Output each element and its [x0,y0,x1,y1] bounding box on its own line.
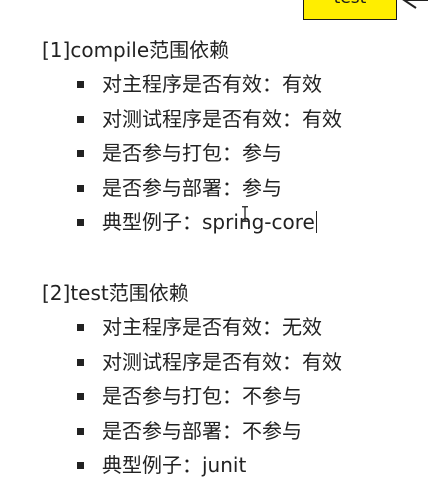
list-item-text: 是否参与部署：不参与 [102,418,302,443]
i-beam-icon [242,206,248,222]
list-item-text: 典型例子：junit [102,453,247,477]
list-item-text: 对测试程序是否有效：有效 [102,106,342,131]
list-item-text: 是否参与打包：参与 [102,141,282,165]
test-scope-section: [2]test范围依赖 对主程序是否有效：无效 对测试程序是否有效：有效 是否参… [42,276,342,483]
text-caret [315,211,318,233]
list-item: 对主程序是否有效：无效 [42,310,342,345]
compile-scope-section: [1]compile范围依赖 对主程序是否有效：有效 对测试程序是否有效：有效 … [42,33,342,240]
list-item: 典型例子：junit [42,448,342,483]
list-item: 是否参与打包：参与 [42,136,342,171]
list-item: 是否参与部署：不参与 [42,414,342,449]
bullet-icon [77,219,84,226]
bullet-icon [77,462,84,469]
bullet-icon [77,393,84,400]
list-item: 是否参与部署：参与 [42,171,342,206]
list-item: 是否参与打包：不参与 [42,379,342,414]
list-item-text: 对测试程序是否有效：有效 [102,349,342,374]
bullet-icon [77,81,84,88]
test-tag-box: test [303,0,397,20]
bullet-icon [77,427,84,435]
bullet-icon [77,150,84,157]
bullet-icon [77,115,84,123]
arrow-left-icon [402,0,428,9]
list-item: 对主程序是否有效：有效 [42,67,342,102]
test-tag-label: test [334,0,367,8]
list-item: 对测试程序是否有效：有效 [42,102,342,137]
list-item-text: 对主程序是否有效：无效 [102,315,322,339]
bullet-icon [77,184,84,192]
list-item-text[interactable]: 典型例子：spring-core [102,210,315,234]
compile-scope-list: 对主程序是否有效：有效 对测试程序是否有效：有效 是否参与打包：参与 是否参与部… [42,67,342,240]
list-item-text: 是否参与打包：不参与 [102,384,302,408]
bullet-icon [77,324,84,331]
bullet-icon [77,358,84,366]
list-item: 对测试程序是否有效：有效 [42,345,342,380]
list-item-text: 对主程序是否有效：有效 [102,72,322,96]
list-item[interactable]: 典型例子：spring-core [42,205,342,240]
test-scope-list: 对主程序是否有效：无效 对测试程序是否有效：有效 是否参与打包：不参与 是否参与… [42,310,342,483]
list-item-text: 是否参与部署：参与 [102,175,282,200]
compile-scope-title: [1]compile范围依赖 [42,38,230,62]
test-scope-title: [2]test范围依赖 [42,281,189,305]
